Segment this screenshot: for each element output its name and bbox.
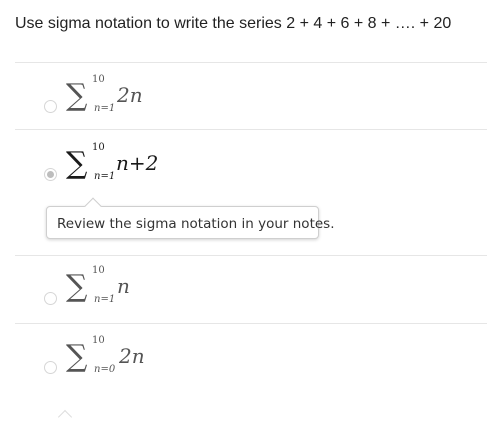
sigma-symbol: ∑	[66, 146, 88, 181]
sigma-symbol: ∑	[66, 339, 88, 374]
summand: 2n	[119, 344, 145, 368]
divider	[15, 255, 487, 256]
summand: n	[117, 274, 130, 298]
divider	[15, 323, 487, 324]
sigma-symbol: ∑	[66, 269, 88, 304]
sigma-symbol: ∑	[66, 78, 88, 113]
radio-button-checked-icon[interactable]	[44, 168, 57, 181]
answer-option-2[interactable]: ∑ 10 n=1 n+2	[40, 143, 480, 193]
lower-limit: n=1	[94, 171, 116, 182]
upper-limit: 10	[92, 142, 105, 153]
lower-limit: n=1	[94, 294, 116, 305]
radio-button-icon[interactable]	[44, 361, 57, 374]
divider	[15, 62, 487, 63]
feedback-text: Review the sigma notation in your notes.	[57, 216, 335, 232]
lower-limit: n=0	[94, 364, 116, 375]
upper-limit: 10	[92, 335, 105, 346]
answer-option-4[interactable]: ∑ 10 n=0 2n	[40, 336, 480, 386]
radio-button-icon[interactable]	[44, 292, 57, 305]
summand: n+2	[116, 151, 159, 175]
question-text: Use sigma notation to write the series 2…	[15, 15, 452, 32]
tooltip-arrow	[84, 197, 102, 215]
upper-limit: 10	[92, 74, 105, 85]
answer-option-1[interactable]: ∑ 10 n=1 2n	[40, 75, 480, 125]
upper-limit: 10	[92, 265, 105, 276]
feedback-tooltip: Review the sigma notation in your notes.	[46, 197, 335, 239]
divider	[15, 129, 487, 130]
answer-option-3[interactable]: ∑ 10 n=1 n	[40, 266, 480, 316]
radio-button-icon[interactable]	[44, 100, 57, 113]
summand: 2n	[117, 83, 143, 107]
lower-limit: n=1	[94, 103, 116, 114]
